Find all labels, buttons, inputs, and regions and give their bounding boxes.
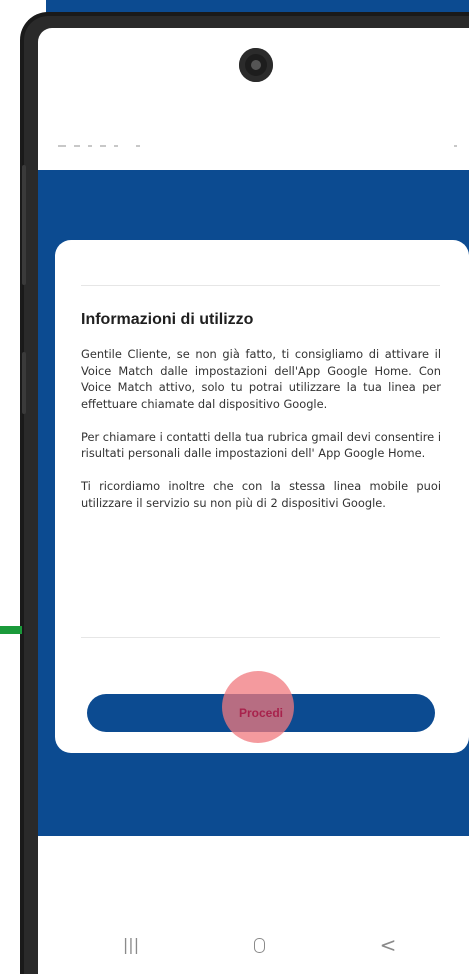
top-divider xyxy=(81,285,440,286)
dialog-paragraph-contacts: Per chiamare i contatti della tua rubric… xyxy=(81,429,441,461)
recents-icon[interactable]: ||| xyxy=(111,930,151,960)
green-marker xyxy=(0,626,22,634)
tap-indicator xyxy=(222,671,294,743)
system-navigation-bar: ||| < xyxy=(38,930,469,974)
volume-button xyxy=(22,165,26,285)
dialog-paragraph-voice-match: Gentile Cliente, se non già fatto, ti co… xyxy=(81,347,441,411)
dialog-title: Informazioni di utilizzo xyxy=(81,311,254,328)
back-glyph: < xyxy=(379,933,397,957)
screen: Informazioni di utilizzo Gentile Cliente… xyxy=(0,0,469,974)
power-button xyxy=(22,352,26,414)
bottom-divider xyxy=(81,637,440,638)
dialog-body: Gentile Cliente, se non già fatto, ti co… xyxy=(81,346,441,528)
front-camera xyxy=(239,48,273,82)
home-icon[interactable] xyxy=(239,930,279,960)
recents-glyph: ||| xyxy=(122,935,140,954)
status-bar xyxy=(52,145,462,149)
back-icon[interactable]: < xyxy=(368,930,408,960)
home-glyph xyxy=(253,938,265,953)
dialog-paragraph-device-limit: Ti ricordiamo inoltre che con la stessa … xyxy=(81,479,441,510)
